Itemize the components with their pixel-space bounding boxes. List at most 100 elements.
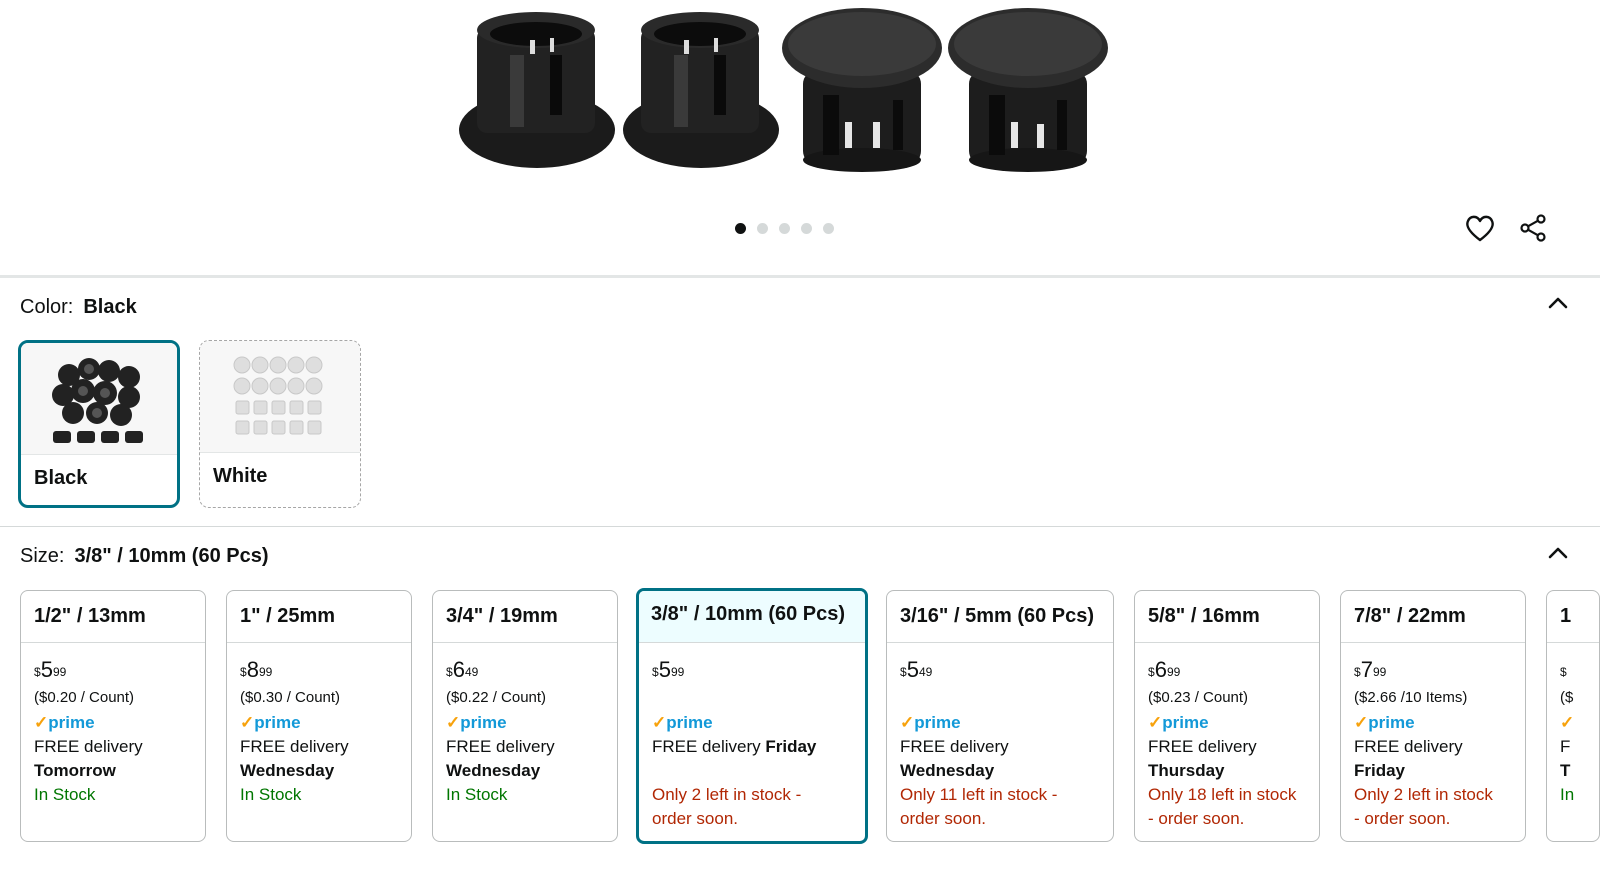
prime-badge: ✓prime <box>1148 713 1209 732</box>
delivery-text: FREE delivery <box>652 737 761 756</box>
delivery-text: FREE delivery <box>900 737 1009 756</box>
share-button[interactable] <box>1515 210 1551 246</box>
price-cents: 99 <box>1372 665 1387 679</box>
prime-badge: ✓prime <box>240 713 301 732</box>
section-divider <box>0 275 1600 278</box>
price-currency: $ <box>34 665 41 679</box>
size-option-title: 1/2" / 13mm <box>21 591 205 643</box>
color-swatch-white[interactable]: White <box>199 340 361 508</box>
price: $549 <box>900 657 1113 687</box>
price: $699 <box>1148 657 1319 687</box>
size-option-title: 3/8" / 10mm (60 Pcs) <box>639 591 865 643</box>
price: $599 <box>652 657 865 687</box>
size-option-card[interactable]: 1 $ ($ ✓ F T In <box>1546 590 1600 842</box>
price-cents: 99 <box>1166 665 1181 679</box>
prime-badge: ✓prime <box>652 713 713 732</box>
color-label-key: Color: <box>20 296 74 318</box>
stock-status-line1: Only 11 left in stock - <box>900 785 1058 804</box>
color-selected-value: Black <box>83 296 137 318</box>
carousel-dot[interactable] <box>735 223 746 234</box>
stock-status-line2: order soon. <box>900 809 986 828</box>
prime-badge: ✓ <box>1560 711 1599 735</box>
price: $799 <box>1354 657 1525 687</box>
carousel-dot[interactable] <box>823 223 834 234</box>
price-whole: 5 <box>40 657 53 682</box>
price: $ <box>1560 657 1599 687</box>
price-whole: 8 <box>246 657 259 682</box>
product-image-carousel[interactable] <box>0 0 1600 276</box>
size-options-row: 1/2" / 13mm $599 ($0.20 / Count) ✓prime … <box>20 588 1600 850</box>
delivery-text: FREE delivery <box>1148 737 1257 756</box>
size-option-card[interactable]: 1" / 25mm $899 ($0.30 / Count) ✓prime FR… <box>226 590 412 842</box>
share-icon <box>1520 214 1546 242</box>
swatch-thumbnail <box>21 343 177 455</box>
chevron-up-icon[interactable] <box>1544 540 1572 564</box>
swatch-label: Black <box>34 467 88 489</box>
price-cents: 99 <box>52 665 67 679</box>
stock-status: In Stock <box>446 785 508 804</box>
heart-icon <box>1466 215 1494 242</box>
price-currency: $ <box>240 665 247 679</box>
chevron-up-icon[interactable] <box>1544 290 1572 314</box>
size-option-card[interactable]: 1/2" / 13mm $599 ($0.20 / Count) ✓prime … <box>20 590 206 842</box>
price-cents: 99 <box>670 665 685 679</box>
check-icon: ✓ <box>652 713 667 732</box>
size-option-card[interactable]: 3/4" / 19mm $649 ($0.22 / Count) ✓prime … <box>432 590 618 842</box>
prime-badge: ✓prime <box>446 713 507 732</box>
price: $649 <box>446 657 617 687</box>
size-option-card[interactable]: 7/8" / 22mm $799 ($2.66 /10 Items) ✓prim… <box>1340 590 1526 842</box>
color-swatch-black[interactable]: Black <box>18 340 180 508</box>
unit-price <box>652 687 865 711</box>
check-icon: ✓ <box>1354 713 1369 732</box>
prime-badge: ✓prime <box>1354 713 1415 732</box>
section-divider <box>0 526 1600 527</box>
white-plugs-image <box>233 356 323 435</box>
check-icon: ✓ <box>446 713 461 732</box>
unit-price: ($0.22 / Count) <box>446 689 547 706</box>
delivery-text: FREE delivery <box>446 737 555 756</box>
price-whole: 5 <box>658 657 671 682</box>
stock-status-line1: Only 2 left in stock <box>1354 785 1493 804</box>
check-icon: ✓ <box>240 713 255 732</box>
delivery-day: Wednesday <box>240 761 335 780</box>
price-currency: $ <box>1354 665 1361 679</box>
delivery-text: F <box>1560 737 1571 756</box>
size-option-card[interactable]: 3/16" / 5mm (60 Pcs) $549 ✓prime FREE de… <box>886 590 1114 842</box>
price-currency: $ <box>446 665 453 679</box>
price: $599 <box>34 657 205 687</box>
prime-badge: ✓prime <box>34 713 95 732</box>
carousel-dot[interactable] <box>779 223 790 234</box>
product-image <box>459 8 1108 172</box>
price-currency: $ <box>900 665 907 679</box>
delivery-line: FREE delivery Friday <box>652 735 865 759</box>
unit-price: ($2.66 /10 Items) <box>1354 689 1468 706</box>
stock-status-line2: order soon. <box>652 809 738 828</box>
carousel-dot[interactable] <box>801 223 812 234</box>
delivery-day: Wednesday <box>446 761 541 780</box>
stock-status: In <box>1560 785 1575 804</box>
price: $899 <box>240 657 411 687</box>
price-whole: 6 <box>452 657 465 682</box>
delivery-text: FREE delivery <box>34 737 143 756</box>
unit-price: ($0.20 / Count) <box>34 689 135 706</box>
delivery-text: FREE delivery <box>240 737 349 756</box>
carousel-dot[interactable] <box>757 223 768 234</box>
price-cents: 99 <box>258 665 273 679</box>
price-whole: 6 <box>1154 657 1167 682</box>
delivery-day: T <box>1560 761 1571 780</box>
price-currency: $ <box>652 665 659 679</box>
stock-status: In Stock <box>34 785 96 804</box>
size-label-key: Size: <box>20 545 65 567</box>
size-option-card[interactable]: 5/8" / 16mm $699 ($0.23 / Count) ✓prime … <box>1134 590 1320 842</box>
size-option-title: 1" / 25mm <box>227 591 411 643</box>
black-plugs-image <box>52 358 143 443</box>
check-icon: ✓ <box>34 713 49 732</box>
stock-status-line1: Only 18 left in stock <box>1148 785 1297 804</box>
size-option-title: 3/16" / 5mm (60 Pcs) <box>887 591 1113 643</box>
favorite-button[interactable] <box>1462 210 1498 246</box>
check-icon: ✓ <box>1560 713 1575 732</box>
swatch-thumbnail <box>200 341 360 453</box>
size-selected-value: 3/8" / 10mm (60 Pcs) <box>74 545 269 567</box>
size-option-card-selected[interactable]: 3/8" / 10mm (60 Pcs) $599 ✓prime FREE de… <box>636 588 868 844</box>
unit-price <box>900 687 1113 711</box>
